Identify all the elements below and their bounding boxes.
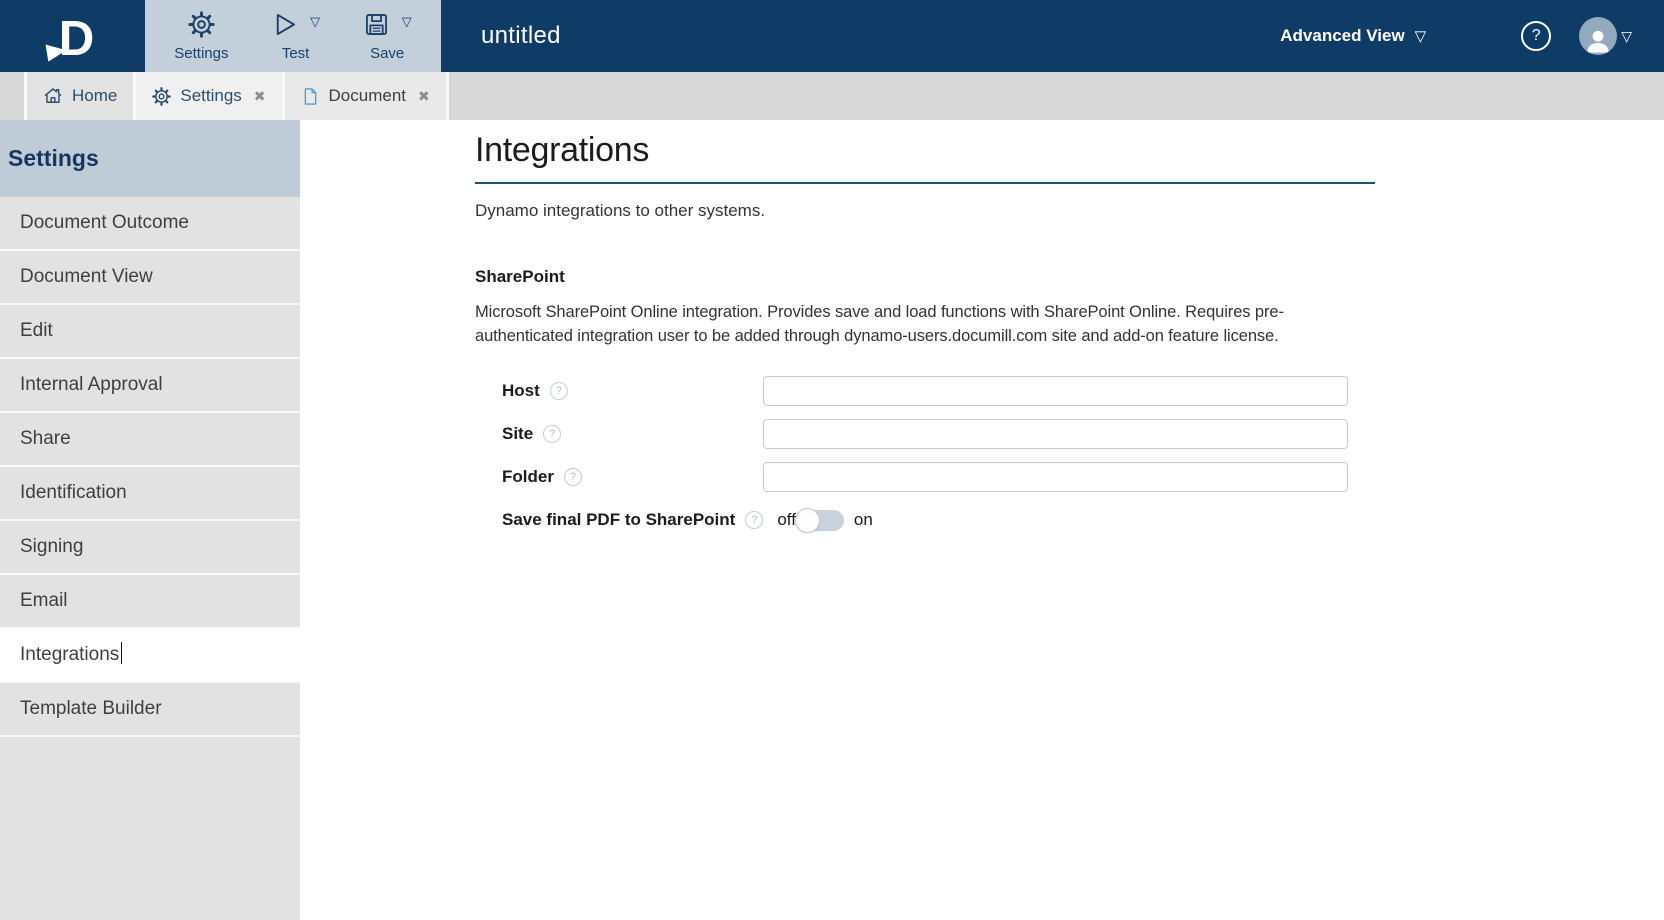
toolbar-panel: Settings ▽ Test ▽ Save (145, 0, 441, 72)
integrations-panel: Integrations Dynamo integrations to othe… (300, 120, 1664, 920)
site-field-row: Site ? (475, 419, 1664, 449)
site-help-icon[interactable]: ? (543, 425, 562, 443)
save-toolbar-label: Save (370, 44, 405, 62)
sidebar-item-integrations-label: Integrations (20, 644, 120, 665)
host-input[interactable] (763, 376, 1348, 406)
sidebar-header: Settings (0, 120, 300, 197)
top-bar: D Settings ▽ Test ▽ Save untitled Advanc… (0, 0, 1664, 72)
save-pdf-help-icon[interactable]: ? (745, 511, 764, 529)
text-cursor (121, 642, 123, 664)
page-subtitle: Dynamo integrations to other systems. (475, 201, 766, 220)
view-mode-selector[interactable]: Advanced View ▽ (1280, 26, 1426, 46)
sidebar-item-internal-approval[interactable]: Internal Approval (0, 359, 300, 413)
view-mode-label: Advanced View (1280, 26, 1405, 45)
site-field-label: Site (502, 424, 534, 443)
user-menu-caret[interactable]: ▽ (1621, 28, 1632, 45)
documill-logo-icon: D (45, 11, 94, 63)
settings-toolbar-button[interactable]: Settings (168, 9, 234, 64)
sidebar-item-document-view[interactable]: Document View (0, 251, 300, 305)
test-toolbar-label: Test (281, 44, 310, 62)
documill-logo: D (0, 0, 145, 72)
sidebar-item-email[interactable]: Email (0, 575, 300, 629)
content-row: Settings Document Outcome Document View … (0, 120, 1664, 920)
home-icon (43, 86, 63, 106)
save-pdf-toggle-row: Save final PDF to SharePoint ? off on (475, 505, 1664, 535)
tab-document-close-icon[interactable]: ✖ (418, 88, 430, 105)
tab-settings-label: Settings (180, 86, 242, 105)
sharepoint-section-description: Microsoft SharePoint Online integration.… (475, 303, 1284, 345)
folder-field-row: Folder ? (475, 462, 1664, 492)
toggle-knob (794, 507, 820, 533)
tab-home-label: Home (72, 86, 118, 105)
site-input[interactable] (763, 419, 1348, 449)
tab-settings-close-icon[interactable]: ✖ (254, 88, 266, 105)
sidebar-item-identification[interactable]: Identification (0, 467, 300, 521)
save-toolbar-button[interactable]: ▽ Save (357, 9, 418, 64)
save-pdf-toggle[interactable] (794, 507, 844, 533)
toggle-off-label: off (777, 510, 796, 529)
host-field-row: Host ? (475, 376, 1664, 406)
document-title: untitled (481, 22, 561, 49)
save-pdf-label: Save final PDF to SharePoint (502, 510, 736, 529)
tab-settings[interactable]: Settings ✖ (133, 72, 282, 120)
sharepoint-form: Host ? Site ? Folder ? Save final PDF to… (475, 376, 1664, 535)
topbar-right-group: Advanced View ▽ ? ▽ (1280, 17, 1664, 55)
toggle-on-label: on (853, 510, 873, 529)
sidebar-item-share[interactable]: Share (0, 413, 300, 467)
app-window: D Settings ▽ Test ▽ Save untitled Advanc… (0, 0, 1664, 920)
question-mark-icon: ? (1531, 27, 1541, 44)
chevron-down-icon: ▽ (1414, 28, 1427, 45)
help-button[interactable]: ? (1521, 21, 1552, 51)
gear-icon (188, 10, 215, 43)
host-field-label: Host (502, 381, 540, 400)
save-dropdown-caret[interactable]: ▽ (402, 14, 412, 30)
sidebar-item-template-builder[interactable]: Template Builder (0, 683, 300, 737)
user-avatar[interactable] (1579, 17, 1618, 55)
test-toolbar-button[interactable]: ▽ Test (265, 9, 326, 64)
page-title: Integrations (475, 131, 1375, 184)
folder-field-label: Folder (502, 467, 554, 486)
save-icon (363, 11, 390, 43)
tab-bar: Home Settings ✖ Document ✖ (0, 72, 1664, 120)
sidebar-item-integrations[interactable]: Integrations (0, 629, 300, 683)
tab-home[interactable]: Home (24, 72, 134, 120)
user-icon (1587, 30, 1609, 53)
host-help-icon[interactable]: ? (549, 382, 568, 400)
sidebar-item-document-outcome[interactable]: Document Outcome (0, 197, 300, 251)
svg-text:D: D (58, 11, 94, 63)
settings-toolbar-label: Settings (174, 44, 229, 62)
folder-help-icon[interactable]: ? (563, 468, 582, 486)
document-icon (301, 87, 320, 106)
test-dropdown-caret[interactable]: ▽ (310, 14, 320, 30)
sidebar-item-edit[interactable]: Edit (0, 305, 300, 359)
play-icon (271, 11, 298, 43)
folder-input[interactable] (763, 462, 1348, 492)
tab-document-label: Document (328, 86, 407, 105)
gear-icon (152, 86, 172, 106)
sharepoint-section-heading: SharePoint (475, 267, 565, 286)
settings-sidebar: Settings Document Outcome Document View … (0, 120, 300, 920)
sidebar-item-signing[interactable]: Signing (0, 521, 300, 575)
tab-document[interactable]: Document ✖ (281, 72, 449, 120)
